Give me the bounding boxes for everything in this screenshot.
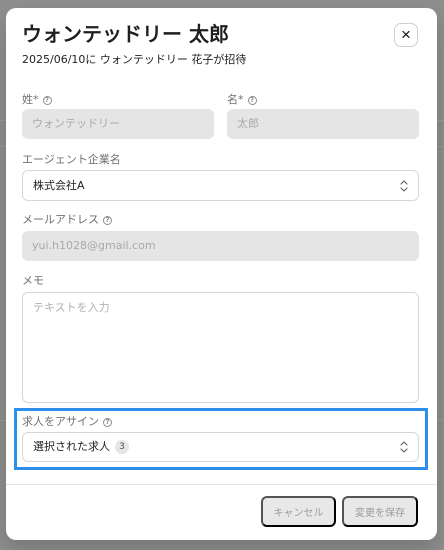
last-name-field[interactable]: ウォンテッドリー bbox=[22, 109, 214, 139]
job-assign-value: 選択された求人 bbox=[33, 440, 110, 453]
memo-textarea-container[interactable] bbox=[22, 292, 419, 403]
help-circle-icon: ? bbox=[247, 95, 257, 105]
last-name-label: 姓* ? bbox=[22, 93, 52, 107]
dialog-subtitle: 2025/06/10に ウォンテッドリー 花子が招待 bbox=[22, 53, 247, 66]
chevron-up-down-icon bbox=[400, 179, 408, 192]
email-field[interactable]: yui.h1028@gmail.com bbox=[22, 231, 419, 261]
help-circle-icon: ? bbox=[103, 215, 112, 225]
memo-label: メモ bbox=[22, 274, 44, 287]
memo-textarea[interactable] bbox=[33, 301, 408, 402]
edit-user-dialog: ウォンテッドリー 太郎 2025/06/10に ウォンテッドリー 花子が招待 ×… bbox=[6, 8, 437, 540]
chevron-up-down-icon bbox=[400, 441, 408, 453]
last-name-value: ウォンテッドリー bbox=[32, 117, 120, 130]
agent-company-select[interactable]: 株式会社A bbox=[22, 170, 419, 201]
save-button[interactable]: 変更を保存 bbox=[342, 496, 418, 527]
dialog-title: ウォンテッドリー 太郎 bbox=[22, 22, 229, 46]
footer-divider bbox=[6, 484, 437, 485]
help-circle-icon: ? bbox=[103, 417, 112, 427]
close-button[interactable]: × bbox=[394, 23, 418, 47]
agent-company-label: エージェント企業名 bbox=[22, 153, 121, 166]
job-assign-select[interactable]: 選択された求人 3 bbox=[22, 432, 419, 462]
help-circle-icon: ? bbox=[42, 95, 52, 105]
agent-company-value: 株式会社A bbox=[33, 178, 85, 192]
first-name-field[interactable]: 太郎 bbox=[227, 109, 419, 139]
email-label: メールアドレス ? bbox=[22, 213, 112, 227]
job-assign-label: 求人をアサイン ? bbox=[22, 415, 112, 429]
selected-count-badge: 3 bbox=[115, 440, 129, 454]
first-name-value: 太郎 bbox=[237, 117, 259, 130]
email-value: yui.h1028@gmail.com bbox=[32, 239, 156, 252]
cancel-button[interactable]: キャンセル bbox=[261, 496, 336, 527]
close-icon: × bbox=[401, 24, 411, 44]
first-name-label: 名* ? bbox=[227, 93, 257, 107]
